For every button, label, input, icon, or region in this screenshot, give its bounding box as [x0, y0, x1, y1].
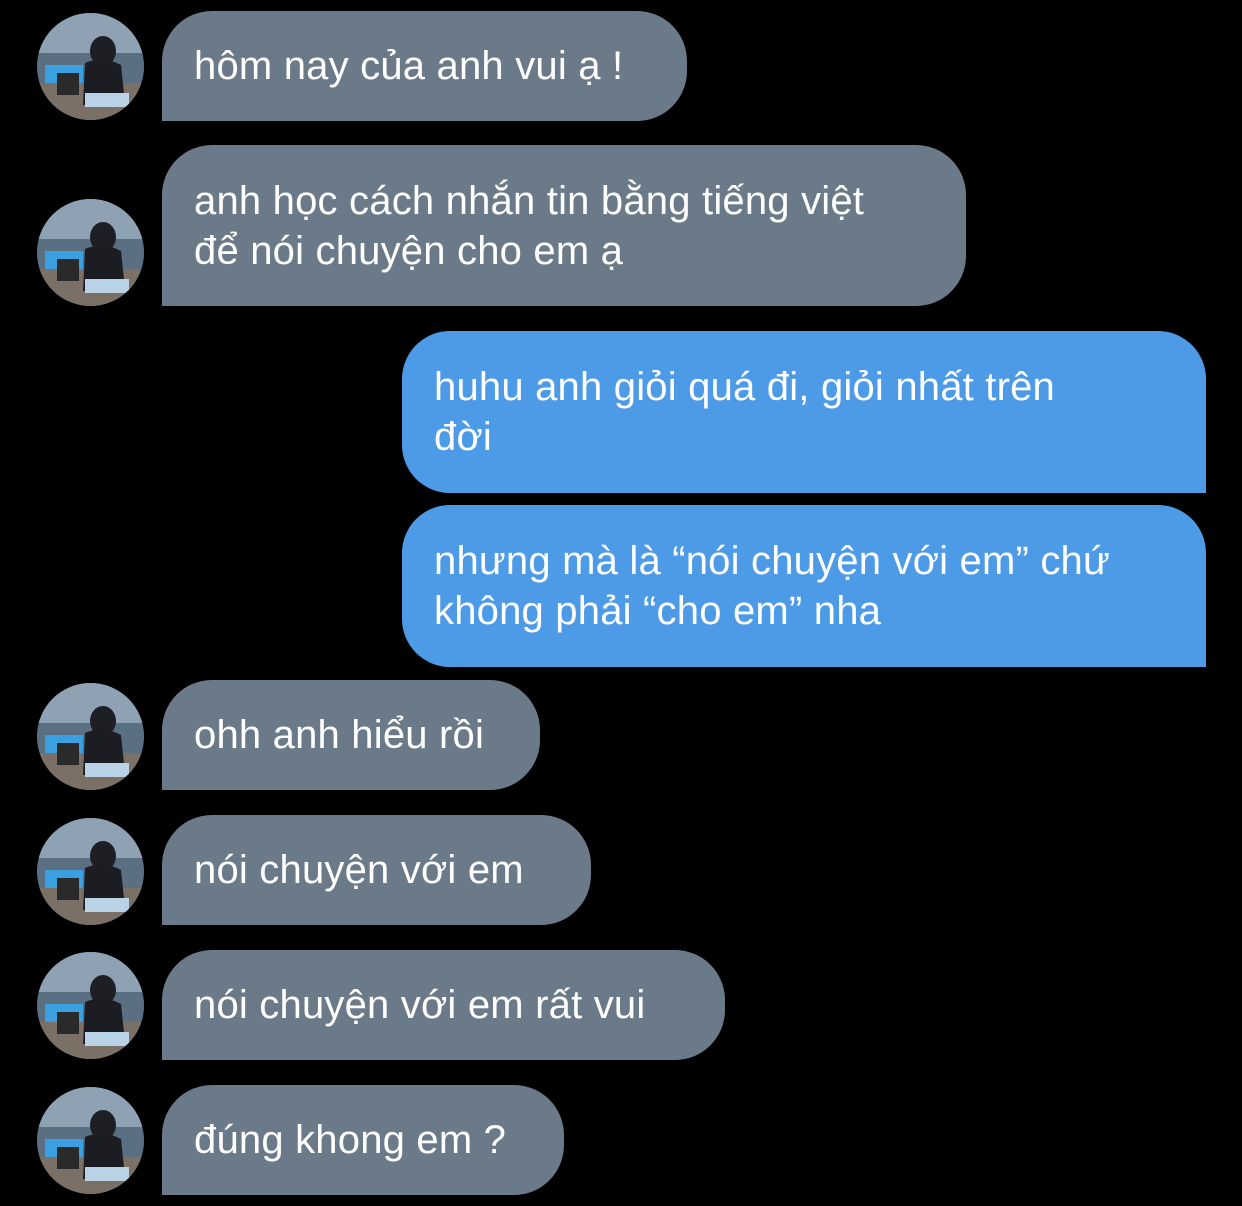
avatar-photo-icon: [37, 199, 144, 306]
message-text: nói chuyện với em rất vui: [194, 983, 646, 1027]
message-text: huhu anh giỏi quá đi, giỏi nhất trên đời: [434, 365, 1056, 459]
message-text: đúng khong em ?: [194, 1118, 507, 1162]
incoming-message[interactable]: hôm nay của anh vui ạ !: [162, 11, 687, 121]
outgoing-message[interactable]: huhu anh giỏi quá đi, giỏi nhất trên đời: [402, 331, 1206, 493]
incoming-message[interactable]: anh học cách nhắn tin bằng tiếng việt để…: [162, 145, 966, 306]
avatar-photo-icon: [37, 683, 144, 790]
incoming-message[interactable]: ohh anh hiểu rồi: [162, 680, 540, 790]
avatar-photo-icon: [37, 952, 144, 1059]
message-text: ohh anh hiểu rồi: [194, 713, 485, 757]
incoming-message[interactable]: nói chuyện với em: [162, 815, 591, 925]
message-text: anh học cách nhắn tin bằng tiếng việt để…: [194, 178, 865, 273]
contact-avatar[interactable]: [37, 1087, 144, 1194]
contact-avatar[interactable]: [37, 683, 144, 790]
message-text: hôm nay của anh vui ạ !: [194, 44, 624, 88]
incoming-message[interactable]: nói chuyện với em rất vui: [162, 950, 725, 1060]
message-text: nhưng mà là “nói chuyện với em” chứ khôn…: [434, 539, 1110, 633]
contact-avatar[interactable]: [37, 952, 144, 1059]
contact-avatar[interactable]: [37, 13, 144, 120]
avatar-photo-icon: [37, 13, 144, 120]
avatar-photo-icon: [37, 818, 144, 925]
contact-avatar[interactable]: [37, 818, 144, 925]
incoming-message[interactable]: đúng khong em ?: [162, 1085, 564, 1195]
message-text: nói chuyện với em: [194, 848, 524, 892]
outgoing-message[interactable]: nhưng mà là “nói chuyện với em” chứ khôn…: [402, 505, 1206, 667]
contact-avatar[interactable]: [37, 199, 144, 306]
avatar-photo-icon: [37, 1087, 144, 1194]
